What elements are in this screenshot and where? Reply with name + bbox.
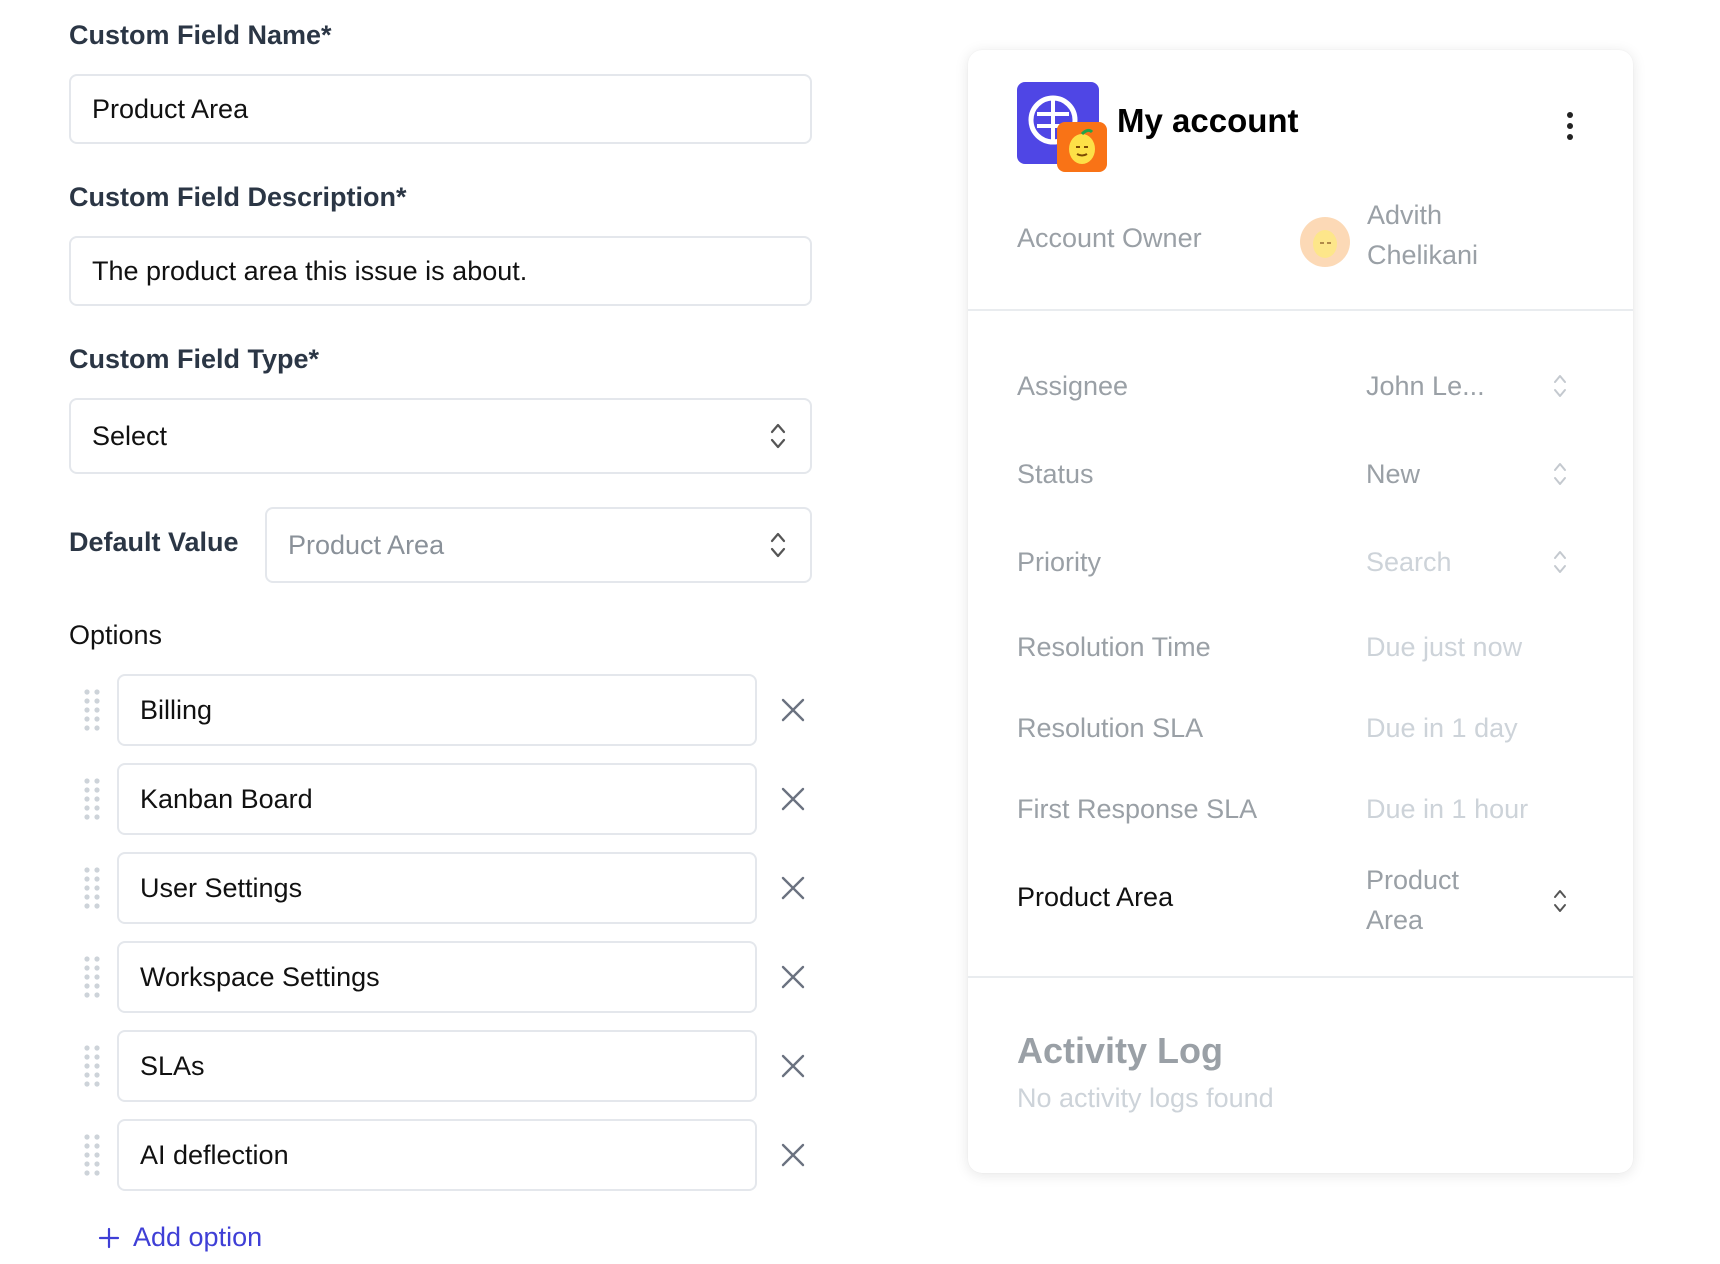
account-owner-name: Advith Chelikani (1367, 200, 1479, 270)
property-row-first-response-sla: First Response SLA Due in 1 hour (1017, 780, 1587, 840)
add-option-button[interactable]: Add option (97, 1222, 262, 1253)
property-label: Status (1017, 459, 1094, 489)
option-input[interactable]: Billing (117, 674, 757, 746)
custom-field-type-select[interactable]: Select (69, 398, 812, 474)
option-row: SLAs (69, 1030, 814, 1102)
card-header: My account (1017, 82, 1587, 174)
options-title: Options (69, 620, 163, 650)
card-title: My account (1117, 102, 1299, 139)
drag-handle-icon[interactable] (83, 1044, 101, 1088)
drag-handle-icon[interactable] (83, 777, 101, 821)
property-value: Search (1366, 547, 1452, 577)
chevron-up-down-icon (770, 423, 786, 449)
property-value: John Le... (1366, 371, 1485, 401)
drag-handle-icon[interactable] (83, 955, 101, 999)
custom-field-name-input[interactable]: Product Area (69, 74, 812, 144)
account-owner-row: Account Owner Advith Chelikani (1017, 195, 1587, 285)
divider (968, 976, 1633, 978)
property-value: New (1366, 459, 1421, 489)
property-label: First Response SLA (1017, 794, 1258, 824)
plus-icon (98, 1227, 120, 1248)
drag-handle-icon[interactable] (83, 688, 101, 732)
property-label: Priority (1017, 547, 1102, 577)
close-icon[interactable] (779, 785, 807, 813)
property-label: Product Area (1017, 882, 1174, 912)
close-icon[interactable] (779, 696, 807, 724)
avatar (1300, 217, 1350, 267)
activity-log-title: Activity Log (1017, 1030, 1224, 1071)
property-value: Product Area (1366, 865, 1460, 935)
chevron-up-down-icon (1554, 463, 1566, 485)
close-icon[interactable] (779, 1052, 807, 1080)
property-label: Assignee (1017, 371, 1129, 401)
activity-log-empty: No activity logs found (1017, 1083, 1274, 1113)
chevron-up-down-icon (1554, 375, 1566, 397)
property-label: Resolution SLA (1017, 713, 1204, 743)
drag-handle-icon[interactable] (83, 866, 101, 910)
default-value-select[interactable]: Product Area (265, 507, 812, 583)
property-row-priority[interactable]: Priority Search (1017, 533, 1587, 593)
option-input[interactable]: Kanban Board (117, 763, 757, 835)
property-row-product-area[interactable]: Product Area Product Area (1017, 860, 1587, 944)
chevron-up-down-icon (1554, 890, 1566, 912)
custom-field-type-label: Custom Field Type* (69, 344, 320, 374)
property-row-resolution-sla: Resolution SLA Due in 1 day (1017, 699, 1587, 759)
option-row: AI deflection (69, 1119, 814, 1191)
default-value-row: Default Value Product Area (69, 507, 814, 583)
chevron-up-down-icon (770, 532, 786, 558)
custom-field-description-input[interactable]: The product area this issue is about. (69, 236, 812, 306)
option-row: Billing (69, 674, 814, 746)
divider (968, 309, 1633, 311)
custom-field-type-value: Select (92, 420, 168, 451)
close-icon[interactable] (779, 874, 807, 902)
custom-field-name-label: Custom Field Name* (69, 20, 332, 50)
option-row: Kanban Board (69, 763, 814, 835)
close-icon[interactable] (779, 1141, 807, 1169)
account-owner-label: Account Owner (1017, 223, 1202, 253)
property-value: Due just now (1366, 632, 1523, 662)
default-value-label: Default Value (69, 527, 239, 557)
property-row-status[interactable]: Status New (1017, 445, 1587, 505)
drag-handle-icon[interactable] (83, 1133, 101, 1177)
account-card: My account Account Owner Advith Chelikan… (968, 50, 1633, 1173)
option-input[interactable]: User Settings (117, 852, 757, 924)
property-value: Due in 1 day (1366, 713, 1518, 743)
property-row-resolution-time: Resolution Time Due just now (1017, 618, 1587, 678)
option-input[interactable]: AI deflection (117, 1119, 757, 1191)
add-option-label: Add option (133, 1222, 263, 1252)
option-input[interactable]: SLAs (117, 1030, 757, 1102)
option-row: User Settings (69, 852, 814, 924)
close-icon[interactable] (779, 963, 807, 991)
property-value: Due in 1 hour (1366, 794, 1529, 824)
property-row-assignee[interactable]: Assignee John Le... (1017, 357, 1587, 417)
lemon-badge-icon (1057, 122, 1107, 172)
chevron-up-down-icon (1554, 551, 1566, 573)
custom-field-description-label: Custom Field Description* (69, 182, 407, 212)
option-row: Workspace Settings (69, 941, 814, 1013)
default-value-placeholder: Product Area (288, 529, 445, 560)
property-label: Resolution Time (1017, 632, 1211, 662)
more-vertical-icon[interactable] (1565, 110, 1575, 142)
option-input[interactable]: Workspace Settings (117, 941, 757, 1013)
